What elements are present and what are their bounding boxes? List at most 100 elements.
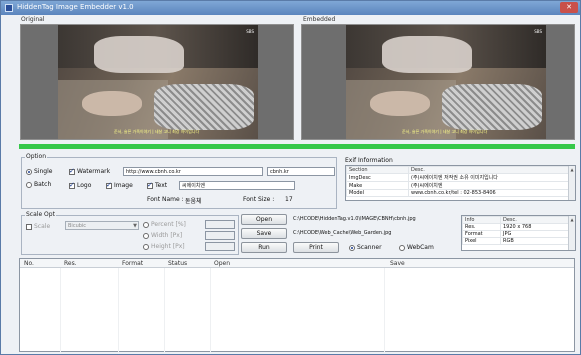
watermark-check-box[interactable] <box>69 167 75 175</box>
single-radio-dot[interactable] <box>26 168 32 175</box>
close-icon[interactable]: ✕ <box>560 2 578 13</box>
height-radio[interactable]: Height [Px] <box>143 243 185 250</box>
width-label: Width [Px] <box>151 232 183 239</box>
info-cell: 1920 x 768 <box>500 223 575 231</box>
percent-radio-dot[interactable] <box>143 221 149 228</box>
logo-checkbox-label: Logo <box>77 182 92 189</box>
table-row[interactable]: Res. 1920 x 768 <box>462 223 575 231</box>
app-icon <box>5 4 13 12</box>
results-header: No. Res. Format Status Open Save <box>20 259 574 268</box>
scanner-radio-dot[interactable] <box>349 244 355 251</box>
height-label: Height [Px] <box>151 243 185 250</box>
col-format[interactable]: Format <box>122 260 143 267</box>
scale-group-title: Scale Opt <box>25 211 56 218</box>
original-image: SBS 준서, 슬픈 가족이야기 | 네살 고니 최강 아이입니다 <box>58 25 258 139</box>
scale-method-select[interactable]: Bicubic ▼ <box>65 221 139 230</box>
exif-cell: Make <box>346 181 409 190</box>
webcam-radio-dot[interactable] <box>399 244 405 251</box>
save-button[interactable]: Save <box>241 228 287 239</box>
single-radio-label: Single <box>34 168 53 175</box>
percent-label: Percent [%] <box>151 221 186 228</box>
batch-radio-label: Batch <box>34 181 52 188</box>
table-row[interactable]: Make (주)씨에이치엔 <box>346 181 575 190</box>
exif-cell: www.cbnh.co.kr/tel : 02-853-8406 <box>408 189 575 197</box>
width-radio-dot[interactable] <box>143 232 149 239</box>
app-window: HiddenTag Image Embedder v1.0 ✕ Original… <box>0 0 581 355</box>
info-scrollbar[interactable]: ▲ <box>568 216 575 250</box>
info-cell: RGB <box>500 237 575 245</box>
image-checkbox-label: Image <box>114 182 133 189</box>
logo-check-box[interactable] <box>69 181 75 189</box>
font-name-value[interactable]: 돋움체 <box>185 196 202 205</box>
scanner-radio[interactable]: Scanner <box>349 244 382 251</box>
info-header-desc: Desc. <box>500 216 575 224</box>
batch-radio[interactable]: Batch <box>26 181 51 188</box>
table-row[interactable]: Format JPG <box>462 230 575 238</box>
run-button[interactable]: Run <box>241 242 287 253</box>
width-field[interactable] <box>205 231 235 240</box>
exif-cell: ImgDesc <box>346 173 409 182</box>
print-button[interactable]: Print <box>293 242 339 253</box>
text-checkbox-label: Text <box>155 182 168 189</box>
scanner-radio-label: Scanner <box>357 244 382 251</box>
open-button[interactable]: Open <box>241 214 287 225</box>
column-divider <box>210 268 211 352</box>
exif-title: Exif Information <box>345 157 393 164</box>
embed-progress-fill <box>19 144 575 149</box>
save-path-field[interactable]: C:\HCODE\Web_Cache\Web_Garden.jpg <box>291 229 457 238</box>
open-path-field[interactable]: C:\HCODE\HiddenTag.v1.0\IMAGE\CBNH\cbnh.… <box>291 215 457 224</box>
info-header-info: Info <box>462 216 501 224</box>
font-size-value[interactable]: 17 <box>285 196 293 203</box>
width-radio[interactable]: Width [Px] <box>143 232 182 239</box>
column-divider <box>384 268 385 352</box>
col-no[interactable]: No. <box>24 260 34 267</box>
info-cell: Pixel <box>462 237 501 245</box>
logo-checkbox[interactable]: Logo <box>69 181 92 189</box>
watermark-domain-field[interactable]: cbnh.kr <box>267 167 335 176</box>
webcam-radio-label: WebCam <box>407 244 434 251</box>
exif-header-section: Section <box>346 166 409 174</box>
table-row[interactable]: Pixel RGB <box>462 237 575 245</box>
table-row[interactable]: ImgDesc (주)씨에이치엔 저작권 소유 이미지입니다 <box>346 173 575 182</box>
embedded-image-badge: SBS <box>534 29 542 34</box>
exif-header-desc: Desc. <box>408 166 575 174</box>
info-cell: JPG <box>500 230 575 238</box>
col-status[interactable]: Status <box>168 260 187 267</box>
scroll-up-icon[interactable]: ▲ <box>569 166 575 173</box>
image-check-box[interactable] <box>106 181 112 189</box>
window-title: HiddenTag Image Embedder v1.0 <box>17 3 134 11</box>
col-save[interactable]: Save <box>390 260 405 267</box>
exif-scrollbar[interactable]: ▲ <box>568 166 575 200</box>
height-radio-dot[interactable] <box>143 243 149 250</box>
exif-cell: (주)씨에이치엔 <box>408 181 575 190</box>
scale-check-box[interactable] <box>26 223 32 230</box>
info-cell: Format <box>462 230 501 238</box>
title-bar[interactable]: HiddenTag Image Embedder v1.0 ✕ <box>1 1 580 15</box>
column-divider <box>118 268 119 352</box>
table-row[interactable]: Model www.cbnh.co.kr/tel : 02-853-8406 <box>346 189 575 197</box>
single-radio[interactable]: Single <box>26 168 52 175</box>
original-image-badge: SBS <box>246 29 254 34</box>
col-open[interactable]: Open <box>214 260 230 267</box>
info-cell: Res. <box>462 223 501 231</box>
watermark-checkbox[interactable]: Watermark <box>69 167 110 175</box>
height-field[interactable] <box>205 242 235 251</box>
batch-radio-dot[interactable] <box>26 181 32 188</box>
scroll-up-icon[interactable]: ▲ <box>569 216 575 223</box>
results-list[interactable]: No. Res. Format Status Open Save <box>19 258 575 352</box>
percent-field[interactable] <box>205 220 235 229</box>
watermark-text-field[interactable]: 씨에이치엔 <box>179 181 295 190</box>
col-res[interactable]: Res. <box>64 260 77 267</box>
text-check-box[interactable] <box>147 181 153 189</box>
percent-radio[interactable]: Percent [%] <box>143 221 186 228</box>
exif-table: Section Desc. ImgDesc (주)씨에이치엔 저작권 소유 이미… <box>345 165 576 201</box>
text-checkbox[interactable]: Text <box>147 181 168 189</box>
image-checkbox[interactable]: Image <box>106 181 133 189</box>
column-divider <box>60 268 61 352</box>
embedded-image-caption: 준서, 슬픈 가족이야기 | 네살 고니 최강 아이입니다 <box>402 129 488 134</box>
webcam-radio[interactable]: WebCam <box>399 244 434 251</box>
scale-method-value: Bicubic <box>68 223 87 229</box>
scale-checkbox[interactable]: Scale <box>26 223 50 230</box>
watermark-url-field[interactable]: http://www.cbnh.co.kr <box>123 167 263 176</box>
embedded-image-panel: SBS 준서, 슬픈 가족이야기 | 네살 고니 최강 아이입니다 <box>301 24 575 140</box>
